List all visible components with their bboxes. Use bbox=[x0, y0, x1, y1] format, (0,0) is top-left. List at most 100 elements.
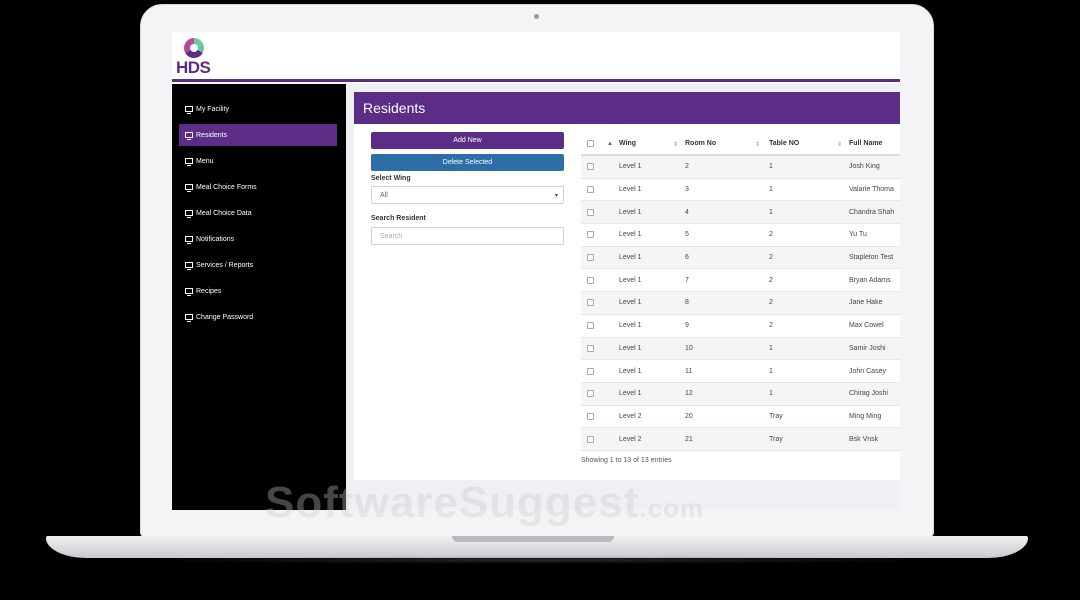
wing-select-value: All bbox=[380, 192, 388, 199]
row-checkbox[interactable] bbox=[587, 269, 597, 291]
hds-logo[interactable]: HDS bbox=[176, 36, 216, 78]
full-name-cell: Max Cowel bbox=[849, 322, 884, 330]
wing-cell: Level 1 bbox=[619, 276, 642, 284]
wing-cell: Level 1 bbox=[619, 186, 642, 194]
table-row[interactable]: Level 1 12 1 Chirag Joshi bbox=[581, 382, 900, 406]
checkbox-icon bbox=[587, 322, 594, 330]
table-row[interactable]: Level 1 5 2 Yu Tu bbox=[581, 224, 900, 247]
wing-cell: Level 1 bbox=[619, 322, 642, 330]
residents-table: ▲ Wing ⇕ Room No ⇕ Table NO ⇕ Full Name … bbox=[581, 132, 900, 451]
table-no-cell: 1 bbox=[769, 344, 773, 352]
wing-cell: Level 1 bbox=[619, 208, 642, 216]
add-new-button[interactable]: Add New bbox=[371, 132, 564, 149]
camera-dot bbox=[534, 14, 539, 19]
sort-icon[interactable]: ⇕ bbox=[837, 141, 842, 148]
sort-icon[interactable]: ⇕ bbox=[673, 141, 678, 148]
sidebar-item-menu[interactable]: Menu bbox=[179, 150, 337, 172]
room-no-cell: 20 bbox=[685, 412, 693, 420]
checkbox-icon bbox=[587, 344, 594, 352]
column-header-wing[interactable]: Wing bbox=[619, 132, 679, 154]
sidebar-item-recipes[interactable]: Recipes bbox=[179, 280, 337, 302]
row-checkbox[interactable] bbox=[587, 383, 597, 405]
checkbox-icon bbox=[587, 254, 594, 262]
delete-selected-button[interactable]: Delete Selected bbox=[371, 154, 564, 171]
room-no-cell: 12 bbox=[685, 390, 693, 398]
row-checkbox[interactable] bbox=[587, 224, 597, 246]
table-row[interactable]: Level 1 2 1 Josh King bbox=[581, 156, 900, 179]
row-checkbox[interactable] bbox=[587, 338, 597, 360]
column-header-table-no[interactable]: Table NO bbox=[769, 132, 843, 154]
sidebar-item-meal-choice-forms[interactable]: Meal Choice Forms bbox=[179, 176, 337, 198]
full-name-cell: Valarie Thoma bbox=[849, 186, 894, 194]
full-name-cell: Chirag Joshi bbox=[849, 390, 888, 398]
sidebar-item-residents[interactable]: Residents bbox=[179, 124, 337, 146]
row-checkbox[interactable] bbox=[587, 292, 597, 314]
room-no-cell: 6 bbox=[685, 254, 689, 262]
watermark-suffix: .com bbox=[639, 493, 705, 523]
sort-icon[interactable]: ⇕ bbox=[755, 141, 760, 148]
table-row[interactable]: Level 1 11 1 John Casey bbox=[581, 360, 900, 383]
monitor-icon bbox=[185, 184, 193, 192]
table-no-cell: 2 bbox=[769, 254, 773, 262]
row-checkbox[interactable] bbox=[587, 360, 597, 382]
app-screen: HDS My Facility Residents Menu Meal Choice … bbox=[172, 32, 900, 510]
row-checkbox[interactable] bbox=[587, 315, 597, 337]
main-content: Residents Add New Delete Selected Select… bbox=[346, 84, 900, 510]
logo-mark-icon bbox=[184, 38, 204, 58]
column-header-full-name[interactable]: Full Name bbox=[849, 132, 900, 154]
table-row[interactable]: Level 1 4 1 Chandra Shah bbox=[581, 201, 900, 225]
table-no-cell: 2 bbox=[769, 322, 773, 330]
room-no-cell: 3 bbox=[685, 186, 689, 194]
monitor-icon bbox=[185, 210, 193, 218]
sidebar-item-meal-choice-data[interactable]: Meal Choice Data bbox=[179, 202, 337, 224]
table-no-cell: 1 bbox=[769, 390, 773, 398]
checkbox-icon bbox=[587, 139, 594, 147]
logo-text: HDS bbox=[176, 58, 211, 77]
wing-cell: Level 1 bbox=[619, 231, 642, 239]
table-row[interactable]: Level 1 10 1 Samir Joshi bbox=[581, 337, 900, 361]
table-row[interactable]: Level 1 6 2 Stapleton Test bbox=[581, 246, 900, 270]
table-row[interactable]: Level 2 21 Tray Bsk Vnsk bbox=[581, 428, 900, 451]
full-name-cell: Ming Ming bbox=[849, 412, 882, 420]
monitor-icon bbox=[185, 132, 193, 140]
table-row[interactable]: Level 1 3 1 Valarie Thoma bbox=[581, 179, 900, 202]
sidebar-item-label: Change Password bbox=[196, 313, 254, 321]
sidebar-item-change-password[interactable]: Change Password bbox=[179, 306, 337, 328]
row-checkbox[interactable] bbox=[587, 247, 597, 269]
monitor-icon bbox=[185, 158, 193, 166]
sort-asc-icon[interactable]: ▲ bbox=[607, 141, 613, 147]
row-checkbox[interactable] bbox=[587, 179, 597, 201]
table-no-cell: 2 bbox=[769, 231, 773, 239]
table-row[interactable]: Level 1 9 2 Max Cowel bbox=[581, 315, 900, 338]
checkbox-icon bbox=[587, 276, 594, 284]
table-row[interactable]: Level 1 8 2 Jane Hake bbox=[581, 292, 900, 315]
sidebar-item-label: Meal Choice Data bbox=[196, 209, 252, 217]
column-header-room-no[interactable]: Room No bbox=[685, 132, 761, 154]
watermark-text: SoftwareSuggest bbox=[265, 478, 640, 527]
table-no-cell: Tray bbox=[769, 412, 783, 420]
table-no-cell: Tray bbox=[769, 435, 783, 443]
wing-select[interactable]: All ▾ bbox=[371, 186, 564, 204]
sidebar-item-label: Meal Choice Forms bbox=[196, 183, 257, 191]
full-name-cell: Stapleton Test bbox=[849, 254, 894, 262]
row-checkbox[interactable] bbox=[587, 428, 597, 450]
table-row[interactable]: Level 1 7 2 Bryan Adams bbox=[581, 269, 900, 293]
table-row[interactable]: Level 2 20 Tray Ming Ming bbox=[581, 406, 900, 429]
sidebar-item-services-reports[interactable]: Services / Reports bbox=[179, 254, 337, 276]
full-name-cell: Chandra Shah bbox=[849, 208, 895, 216]
checkbox-icon bbox=[587, 208, 594, 216]
search-input[interactable]: Search bbox=[371, 227, 564, 245]
sidebar-item-label: Recipes bbox=[196, 287, 222, 295]
room-no-cell: 7 bbox=[685, 276, 689, 284]
checkbox-icon bbox=[587, 186, 594, 194]
row-checkbox[interactable] bbox=[587, 406, 597, 428]
monitor-icon bbox=[185, 288, 193, 296]
sidebar-item-notifications[interactable]: Notifications bbox=[179, 228, 337, 250]
full-name-cell: Bsk Vnsk bbox=[849, 435, 879, 443]
row-checkbox[interactable] bbox=[587, 201, 597, 223]
full-name-cell: John Casey bbox=[849, 367, 886, 375]
sidebar-item-my-facility[interactable]: My Facility bbox=[179, 98, 337, 120]
table-body: Level 1 2 1 Josh King Level 1 3 1 Valarie Thoma… bbox=[581, 156, 900, 451]
select-all-checkbox[interactable] bbox=[587, 132, 597, 154]
row-checkbox[interactable] bbox=[587, 156, 597, 178]
